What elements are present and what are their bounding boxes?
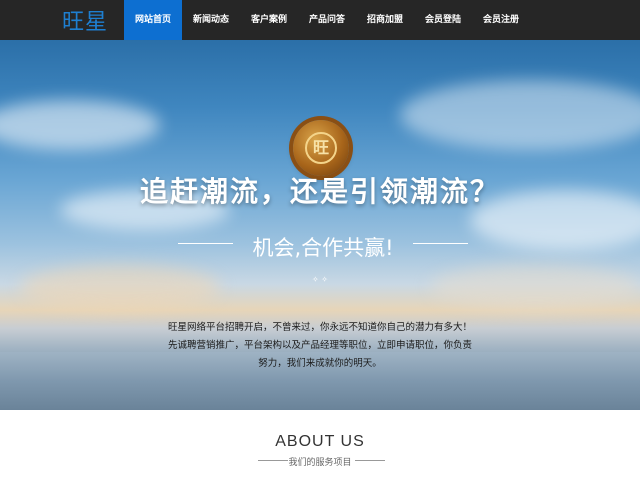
paragraph-line: 旺星网络平台招聘开启，不曾来过，你永远不知道你自己的潜力有多大！ xyxy=(167,322,472,333)
cloud-shape xyxy=(20,265,220,310)
nav-item-cases[interactable]: 客户案例 xyxy=(240,0,298,40)
nav-item-home[interactable]: 网站首页 xyxy=(124,0,182,40)
cloud-shape xyxy=(400,80,640,150)
about-subtitle: 我们的服务项目 xyxy=(288,458,352,468)
top-navbar: 旺星 网站首页 新闻动态 客户案例 产品问答 招商加盟 会员登陆 会员注册 xyxy=(0,0,640,40)
site-logo[interactable]: 旺星 xyxy=(62,5,108,35)
decorative-mark-icon: ✧ ✧ xyxy=(312,275,328,284)
nav-item-login[interactable]: 会员登陆 xyxy=(414,0,472,40)
hero-subline: 机会,合作共赢! xyxy=(252,236,394,260)
cloud-shape xyxy=(430,265,640,310)
seal-emblem-icon: 旺 xyxy=(293,120,349,176)
about-title: ABOUT US xyxy=(275,433,365,450)
nav-item-news[interactable]: 新闻动态 xyxy=(182,0,240,40)
hero-subline-block: 机会,合作共赢! xyxy=(178,232,468,260)
seal-character: 旺 xyxy=(305,132,337,164)
paragraph-line: 努力，我们来成就你的明天。 xyxy=(258,358,382,369)
nav-item-faq[interactable]: 产品问答 xyxy=(298,0,356,40)
hero-headline: 追赶潮流，还是引领潮流？ xyxy=(139,175,500,208)
hero-paragraph: 旺星网络平台招聘开启，不曾来过，你永远不知道你自己的潜力有多大！ 先诚聘营销推广… xyxy=(150,319,490,373)
paragraph-line: 先诚聘营销推广，平台架构以及产品经理等职位，立即申请职位，你负责 xyxy=(167,340,472,351)
cloud-shape xyxy=(0,100,160,150)
nav-item-franchise[interactable]: 招商加盟 xyxy=(356,0,414,40)
nav-item-register[interactable]: 会员注册 xyxy=(472,0,530,40)
